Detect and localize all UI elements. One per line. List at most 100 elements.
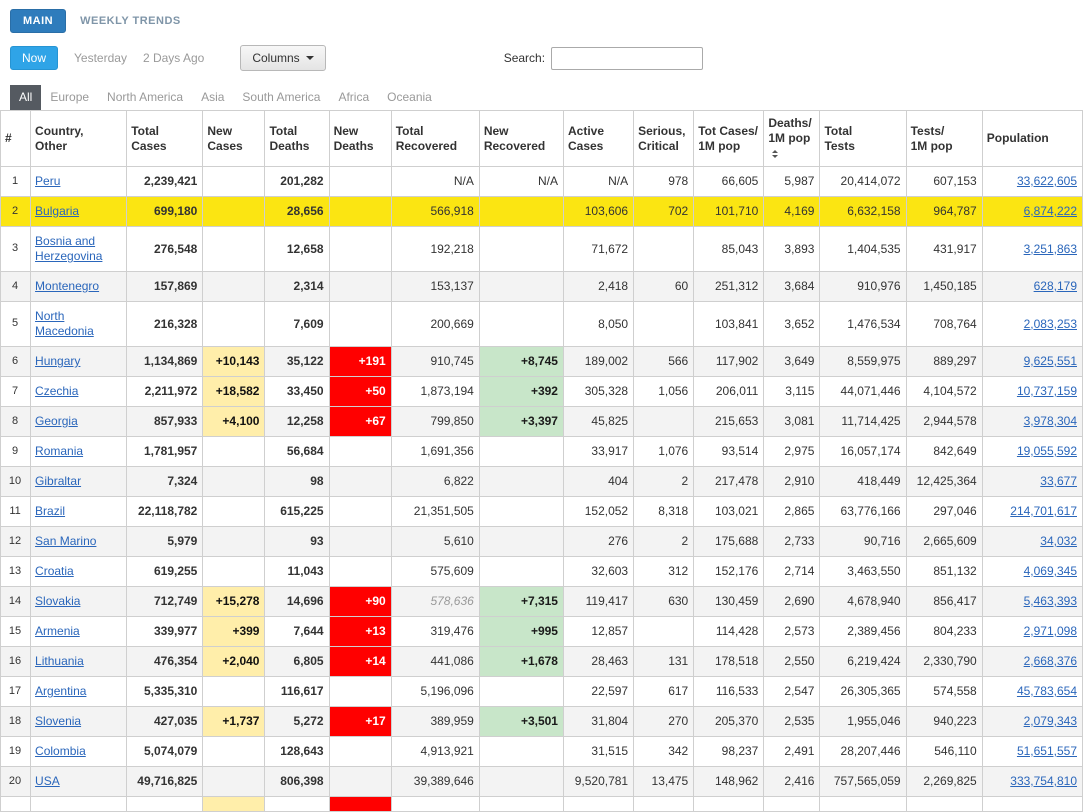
population-link[interactable]: 51,651,557: [1017, 744, 1077, 758]
cases-per-1m: 101,710: [693, 196, 765, 227]
tests-per-1m: 804,233: [905, 616, 983, 647]
population-link[interactable]: 10,737,159: [1017, 384, 1077, 398]
country-link[interactable]: Czechia: [35, 384, 78, 398]
column-header-country[interactable]: Country, Other: [30, 110, 128, 167]
search-input[interactable]: [551, 46, 704, 70]
country-link[interactable]: Montenegro: [35, 279, 99, 293]
region-tab-all[interactable]: All: [10, 85, 42, 110]
population-link[interactable]: 3,251,863: [1024, 242, 1077, 256]
region-tab-south-america[interactable]: South America: [233, 85, 329, 110]
population-link[interactable]: 6,874,222: [1024, 204, 1077, 218]
serious-critical: 2: [633, 466, 695, 497]
country-link[interactable]: San Marino: [35, 534, 96, 548]
region-tab-europe[interactable]: Europe: [41, 85, 98, 110]
population: 3,978,304: [981, 406, 1083, 437]
column-header-new-cases[interactable]: New Cases: [202, 110, 266, 167]
population-link[interactable]: 34,032: [1040, 534, 1077, 548]
population-link[interactable]: 5,463,393: [1024, 594, 1077, 608]
population-link[interactable]: 4,069,345: [1024, 564, 1077, 578]
tab-main[interactable]: MAIN: [10, 9, 67, 33]
total-cases: 5,335,310: [126, 676, 204, 707]
region-tab-north-america[interactable]: North America: [98, 85, 192, 110]
population-link[interactable]: 33,622,605: [1017, 174, 1077, 188]
columns-button[interactable]: Columns: [240, 45, 326, 71]
column-header-tests-per-1m[interactable]: Tests/ 1M pop: [905, 110, 983, 167]
country-link[interactable]: USA: [35, 774, 60, 788]
country-link[interactable]: Lithuania: [35, 654, 84, 668]
total-tests: 16,057,174: [819, 436, 907, 467]
country-link[interactable]: Slovakia: [35, 594, 80, 608]
total-recovered: 200,669: [390, 301, 480, 347]
column-header-total-deaths[interactable]: Total Deaths: [264, 110, 330, 167]
country-link[interactable]: Slovenia: [35, 714, 81, 728]
population-link[interactable]: 2,668,376: [1024, 654, 1077, 668]
deaths-per-1m: 2,547: [763, 676, 821, 707]
country-link[interactable]: Gibraltar: [35, 474, 81, 488]
region-tab-asia[interactable]: Asia: [192, 85, 233, 110]
new-cases: +10,143: [202, 346, 266, 377]
population-link[interactable]: 628,179: [1034, 279, 1077, 293]
population: [981, 796, 1083, 812]
country-link[interactable]: Croatia: [35, 564, 74, 578]
country: Romania: [30, 436, 128, 467]
column-header-active-cases[interactable]: Active Cases: [562, 110, 635, 167]
region-tab-africa[interactable]: Africa: [329, 85, 378, 110]
population-link[interactable]: 33,677: [1040, 474, 1077, 488]
population-link[interactable]: 45,783,654: [1017, 684, 1077, 698]
table-row: 14 Slovakia 712,749 +15,278 14,696 +90 578,636…: [0, 586, 1083, 617]
new-recovered: [478, 196, 564, 227]
column-header-deaths-per-1m[interactable]: Deaths/ 1M pop: [763, 110, 821, 167]
country-link[interactable]: Armenia: [35, 624, 80, 638]
cases-per-1m: 93,514: [693, 436, 765, 467]
country-link[interactable]: Georgia: [35, 414, 78, 428]
country-link[interactable]: Hungary: [35, 354, 80, 368]
new-recovered: [478, 526, 564, 557]
country-link[interactable]: Brazil: [35, 504, 65, 518]
population-link[interactable]: 3,978,304: [1024, 414, 1077, 428]
population-link[interactable]: 9,625,551: [1024, 354, 1077, 368]
country-link[interactable]: Romania: [35, 444, 83, 458]
now-button[interactable]: Now: [10, 46, 59, 70]
column-header-total-cases[interactable]: Total Cases: [126, 110, 204, 167]
column-header-new-deaths[interactable]: New Deaths: [328, 110, 392, 167]
country-link[interactable]: Bulgaria: [35, 204, 79, 218]
column-header-population[interactable]: Population: [981, 110, 1083, 167]
country-link[interactable]: Colombia: [35, 744, 86, 758]
column-header-new-recovered[interactable]: New Recovered: [478, 110, 564, 167]
population-link[interactable]: 214,701,617: [1010, 504, 1077, 518]
row-number: 4: [0, 271, 32, 302]
population-link[interactable]: 2,083,253: [1024, 317, 1077, 331]
country-link[interactable]: Bosnia and Herzegovina: [35, 234, 102, 263]
new-deaths: +90: [328, 586, 392, 617]
new-deaths: +13: [328, 616, 392, 647]
total-tests: 3,463,550: [819, 556, 907, 587]
active-cases: 152,052: [562, 496, 635, 527]
column-header-cases-per-1m[interactable]: Tot Cases/ 1M pop: [693, 110, 765, 167]
total-recovered: [390, 796, 480, 812]
total-tests: 1,476,534: [819, 301, 907, 347]
column-header-total-recovered[interactable]: Total Recovered: [390, 110, 480, 167]
column-header-total-tests[interactable]: Total Tests: [819, 110, 907, 167]
total-deaths: 6,805: [264, 646, 330, 677]
tests-per-1m: 2,269,825: [905, 766, 983, 797]
column-header-serious-critical[interactable]: Serious, Critical: [633, 110, 695, 167]
column-header-num[interactable]: #: [0, 110, 32, 167]
population: 333,754,810: [981, 766, 1083, 797]
country-link[interactable]: North Macedonia: [35, 309, 94, 338]
total-tests: 757,565,059: [819, 766, 907, 797]
deaths-per-1m: [763, 796, 821, 812]
new-deaths: [328, 196, 392, 227]
population-link[interactable]: 333,754,810: [1010, 774, 1077, 788]
tab-weekly-trends[interactable]: WEEKLY TRENDS: [80, 15, 181, 27]
population-link[interactable]: 2,971,098: [1024, 624, 1077, 638]
population-link[interactable]: 2,079,343: [1024, 714, 1077, 728]
row-number: 11: [0, 496, 32, 527]
population-link[interactable]: 19,055,592: [1017, 444, 1077, 458]
two-days-ago-button[interactable]: 2 Days Ago: [143, 51, 204, 65]
country: Peru: [30, 166, 128, 197]
country-link[interactable]: Argentina: [35, 684, 86, 698]
yesterday-button[interactable]: Yesterday: [74, 51, 127, 65]
total-recovered: 4,913,921: [390, 736, 480, 767]
region-tab-oceania[interactable]: Oceania: [378, 85, 441, 110]
country-link[interactable]: Peru: [35, 174, 60, 188]
